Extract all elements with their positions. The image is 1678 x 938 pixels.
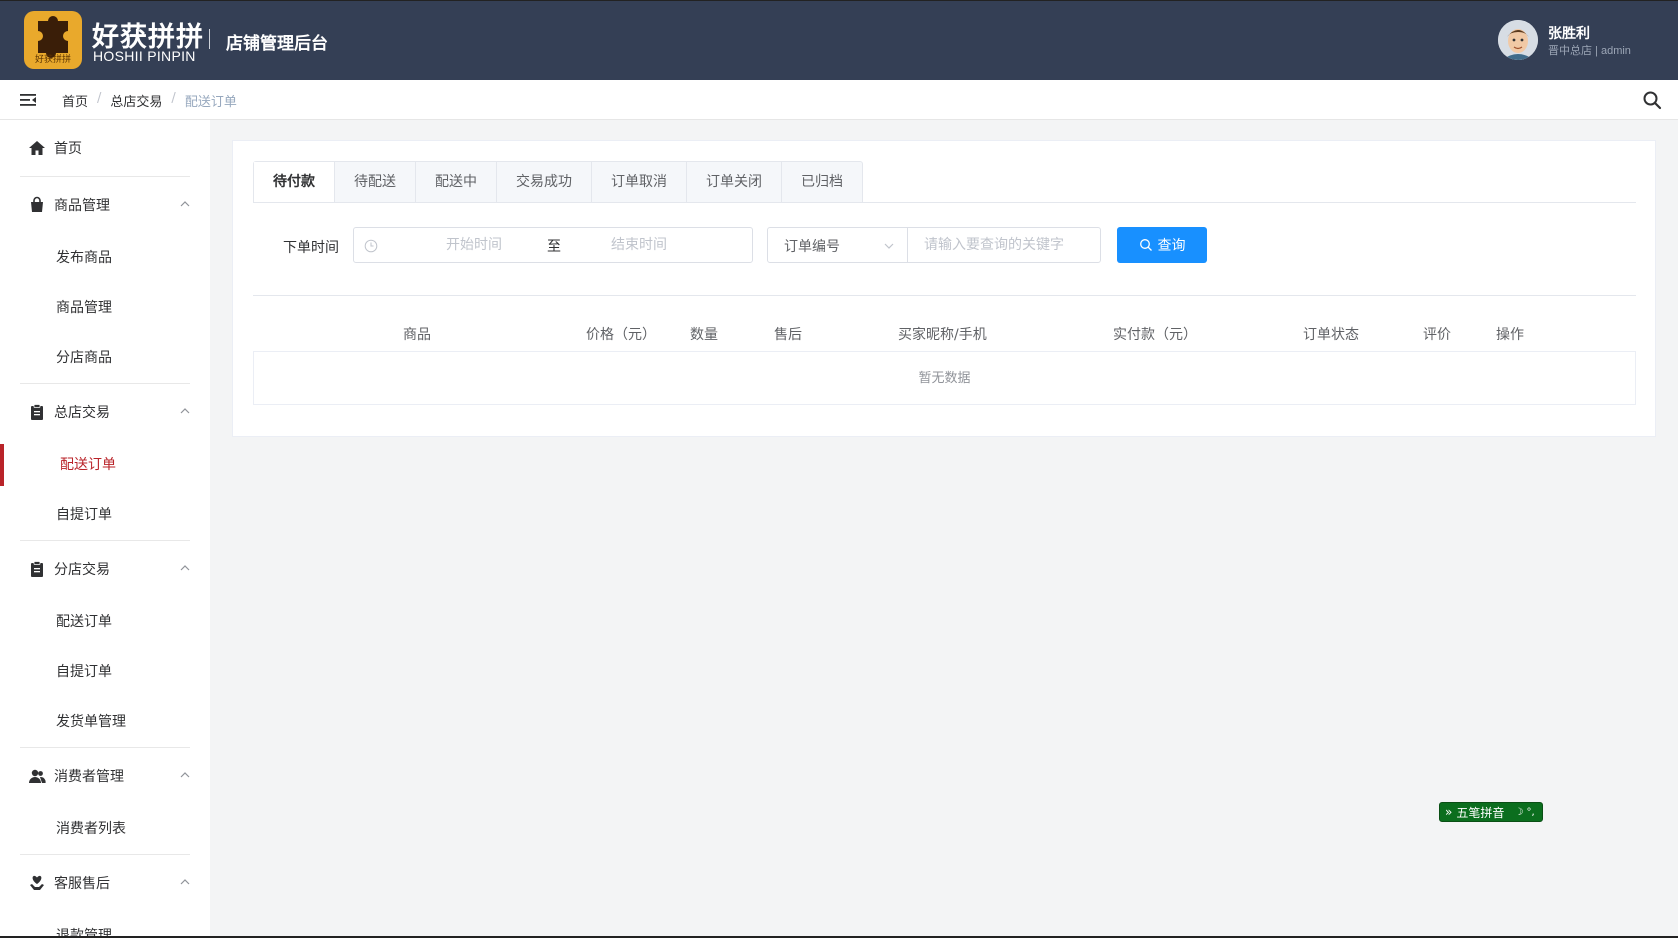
- orders-table-header: 商品 价格（元） 数量 售后 买家昵称/手机 实付款（元） 订单状态 评价 操作: [253, 316, 1636, 352]
- column-header-goods: 商品: [403, 327, 431, 343]
- section-divider: [253, 295, 1636, 296]
- sidebar-item-home[interactable]: 首页: [0, 120, 210, 176]
- avatar-face-icon: [1498, 20, 1538, 60]
- ime-mode-icon: ☽ °,: [1514, 806, 1535, 818]
- chevron-up-icon: [180, 565, 190, 571]
- admin-title: 店铺管理后台: [226, 34, 328, 54]
- query-button[interactable]: 查询: [1117, 227, 1207, 263]
- tab-archived[interactable]: 已归档: [781, 162, 862, 203]
- sidebar: 首页 商品管理 发布商品 商品管理 分店商品 总店交易 配送订单 自提订单 分店…: [0, 120, 210, 938]
- column-header-paid: 实付款（元）: [1113, 327, 1197, 343]
- users-icon: [28, 767, 46, 785]
- sidebar-item-hq-pickup-orders[interactable]: 自提订单: [0, 490, 210, 540]
- breadcrumb: 首页 / 总店交易 / 配送订单: [62, 91, 237, 110]
- sidebar-item-hq-delivery-orders[interactable]: 配送订单: [0, 440, 210, 490]
- sidebar-group-label: 分店交易: [54, 562, 110, 578]
- sidebar-group-label: 消费者管理: [54, 769, 124, 785]
- sidebar-group-goods[interactable]: 商品管理: [0, 177, 210, 233]
- column-header-review: 评价: [1423, 327, 1451, 343]
- chevron-up-icon: [180, 408, 190, 414]
- order-status-tabs: 待付款 待配送 配送中 交易成功 订单取消 订单关闭 已归档: [253, 161, 863, 204]
- avatar[interactable]: [1498, 20, 1538, 60]
- sidebar-group-label: 客服售后: [54, 876, 110, 892]
- order-time-label: 下单时间: [283, 240, 339, 256]
- sidebar-group-consumers[interactable]: 消费者管理: [0, 748, 210, 804]
- tab-closed[interactable]: 订单关闭: [686, 162, 781, 203]
- ime-label: 五笔拼音: [1456, 805, 1505, 820]
- keyword-input[interactable]: [907, 227, 1101, 263]
- sidebar-item-branch-delivery-orders[interactable]: 配送订单: [0, 597, 210, 647]
- user-store-role: 晋中总店 | admin: [1548, 45, 1631, 57]
- logo[interactable]: 好获拼拼: [24, 11, 82, 69]
- sidebar-item-refund-manage[interactable]: 退款管理: [0, 911, 210, 938]
- breadcrumb-home[interactable]: 首页: [62, 91, 88, 110]
- sidebar-item-branch-pickup-orders[interactable]: 自提订单: [0, 647, 210, 697]
- tab-pending-payment[interactable]: 待付款: [254, 162, 334, 204]
- sidebar-item-consumer-list[interactable]: 消费者列表: [0, 804, 210, 854]
- breadcrumb-separator: /: [97, 91, 102, 106]
- sidebar-item-shipment-manage[interactable]: 发货单管理: [0, 697, 210, 747]
- tab-pending-delivery[interactable]: 待配送: [334, 162, 415, 203]
- search-icon: [1139, 239, 1152, 251]
- column-header-actions: 操作: [1496, 327, 1524, 343]
- sidebar-item-label: 首页: [54, 141, 82, 157]
- start-date-input[interactable]: [414, 228, 534, 262]
- tab-cancelled[interactable]: 订单取消: [591, 162, 686, 203]
- column-header-after-sales: 售后: [774, 327, 802, 343]
- chevron-up-icon: [180, 201, 190, 207]
- sidebar-group-hq-trade[interactable]: 总店交易: [0, 384, 210, 440]
- heart-hand-icon: [28, 874, 46, 892]
- column-header-buyer: 买家昵称/手机: [898, 327, 987, 343]
- end-date-input[interactable]: [579, 228, 699, 262]
- empty-state: 暂无数据: [918, 371, 971, 386]
- breadcrumb-trade[interactable]: 总店交易: [110, 91, 162, 110]
- search-field-select[interactable]: 订单编号: [767, 227, 908, 263]
- range-separator: 至: [547, 239, 561, 255]
- brand-separator: [209, 29, 210, 49]
- chevron-down-icon: [884, 243, 894, 249]
- bag-icon: [28, 196, 46, 214]
- column-header-quantity: 数量: [690, 327, 718, 343]
- search-icon[interactable]: [1642, 90, 1662, 110]
- column-header-price: 价格（元）: [586, 327, 656, 343]
- tab-delivering[interactable]: 配送中: [415, 162, 496, 203]
- sidebar-group-branch-trade[interactable]: 分店交易: [0, 541, 210, 597]
- date-range-picker[interactable]: 至: [353, 227, 753, 263]
- breadcrumb-bar: 首页 / 总店交易 / 配送订单: [0, 80, 1678, 120]
- sidebar-item-goods-manage[interactable]: 商品管理: [0, 283, 210, 333]
- menu-fold-icon[interactable]: [19, 91, 37, 109]
- breadcrumb-separator: /: [171, 91, 176, 106]
- brand-name-en: HOSHII PINPIN: [93, 48, 196, 64]
- chevron-up-icon: [180, 879, 190, 885]
- query-button-label: 查询: [1157, 238, 1186, 254]
- chevron-up-icon: [180, 772, 190, 778]
- orders-card: 待付款 待配送 配送中 交易成功 订单取消 订单关闭 已归档 下单时间 至 订单…: [232, 140, 1656, 437]
- ime-status-bar[interactable]: » 五笔拼音 ☽ °,: [1439, 802, 1543, 822]
- user-name: 张胜利: [1548, 26, 1590, 42]
- sidebar-group-after-sales[interactable]: 客服售后: [0, 855, 210, 911]
- tabs-divider: [253, 202, 1636, 203]
- clipboard-icon: [28, 560, 46, 578]
- tab-completed[interactable]: 交易成功: [496, 162, 591, 203]
- top-header: 好获拼拼 好获拼拼 HOSHII PINPIN 店铺管理后台 张胜利 晋中总店 …: [0, 0, 1678, 80]
- select-value: 订单编号: [784, 239, 840, 255]
- orders-table-body: 暂无数据: [253, 351, 1636, 405]
- sidebar-group-label: 商品管理: [54, 198, 110, 214]
- logo-caption: 好获拼拼: [34, 55, 71, 65]
- sidebar-item-branch-goods[interactable]: 分店商品: [0, 333, 210, 383]
- clock-icon: [364, 239, 378, 253]
- breadcrumb-current: 配送订单: [184, 95, 237, 110]
- home-icon: [28, 139, 46, 157]
- ime-expand-icon: »: [1445, 805, 1453, 819]
- clipboard-icon: [28, 403, 46, 421]
- column-header-status: 订单状态: [1303, 327, 1359, 343]
- sidebar-group-label: 总店交易: [54, 405, 110, 421]
- sidebar-item-publish-goods[interactable]: 发布商品: [0, 233, 210, 283]
